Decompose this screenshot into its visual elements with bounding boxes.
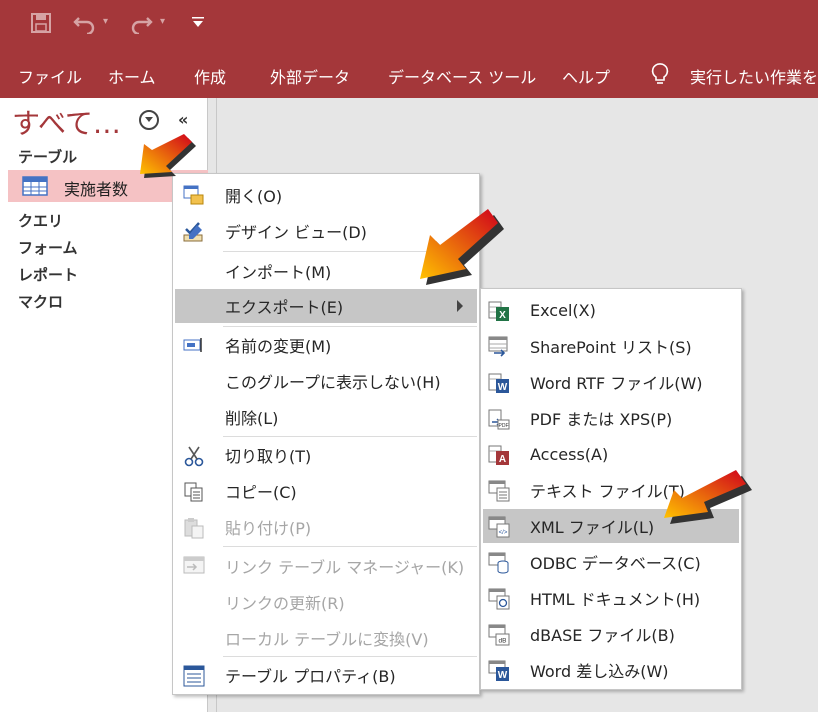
export-item-word-rtf[interactable]: W Word RTF ファイル(W) [483,365,739,399]
tab-database-tools[interactable]: データベース ツール [388,64,536,88]
text-file-icon [488,480,510,502]
design-view-icon [183,221,203,242]
tell-me-search[interactable]: 実行したい作業を [690,64,818,88]
menu-separator [223,436,477,437]
export-item-pdf-xps[interactable]: PDF PDF または XPS(P) [483,401,739,435]
lightbulb-icon[interactable] [650,62,670,90]
undo-icon[interactable] [72,12,98,34]
menu-item-cut[interactable]: 切り取り(T) [175,438,477,472]
redo-icon[interactable] [128,12,154,34]
scissors-icon [183,445,204,467]
export-item-excel[interactable]: X Excel(X) [483,293,739,327]
nav-item-label: 実施者数 [64,180,129,199]
link-manager-icon [183,556,205,576]
menu-item-export[interactable]: エクスポート(E) [175,289,477,323]
callout-arrow-icon [664,470,752,524]
nav-menu-dropdown-icon[interactable] [139,110,159,130]
menu-separator [223,326,477,327]
nav-group-reports[interactable]: レポート [18,264,78,285]
svg-text:PDF: PDF [499,423,509,429]
table-properties-icon [183,665,205,687]
word-rtf-icon: W [488,372,509,393]
export-item-word-merge[interactable]: W Word 差し込み(W) [483,653,739,687]
svg-text:X: X [499,310,506,321]
table-icon [22,176,48,200]
save-icon[interactable] [30,12,52,34]
pdf-xps-icon: PDF [488,408,510,430]
svg-text:dB: dB [499,638,507,645]
title-bar: ▾ ▾ [0,0,818,52]
menu-item-table-properties[interactable]: テーブル プロパティ(B) [175,658,477,692]
nav-group-tables[interactable]: テーブル [18,146,77,167]
tab-help[interactable]: ヘルプ [562,64,610,88]
tab-file[interactable]: ファイル [18,64,82,88]
open-icon [183,185,204,205]
nav-group-macros[interactable]: マクロ [18,291,63,312]
collapse-pane-icon[interactable]: « [178,110,188,129]
undo-dropdown-icon[interactable]: ▾ [103,16,108,27]
callout-arrow-icon [140,134,196,178]
menu-separator [223,546,477,547]
export-item-sharepoint[interactable]: SharePoint リスト(S) [483,329,739,363]
nav-pane-title[interactable]: すべて… [12,102,121,142]
tab-home[interactable]: ホーム [108,64,156,88]
dbase-file-icon: dB [488,624,510,646]
export-item-dbase[interactable]: dB dBASE ファイル(B) [483,617,739,651]
access-icon: A [488,444,509,465]
menu-item-hide[interactable]: このグループに表示しない(H) [175,364,477,398]
odbc-database-icon [488,552,509,574]
copy-icon [183,481,203,502]
ribbon-tabs: ファイル ホーム 作成 外部データ データベース ツール ヘルプ 実行したい作業… [0,52,818,98]
menu-item-link-manager: リンク テーブル マネージャー(K) [175,549,477,583]
redo-dropdown-icon[interactable]: ▾ [160,16,165,27]
html-document-icon [488,588,510,610]
submenu-arrow-icon [457,300,463,312]
excel-icon: X [488,300,509,321]
menu-item-copy[interactable]: コピー(C) [175,474,477,508]
paste-icon [183,517,204,539]
svg-text:W: W [498,670,508,681]
xml-file-icon: </> [488,516,510,538]
svg-text:</>: </> [499,530,508,536]
export-item-html[interactable]: HTML ドキュメント(H) [483,581,739,615]
customize-qat-icon[interactable] [190,14,206,30]
callout-arrow-icon [420,209,504,285]
svg-text:W: W [498,382,508,393]
sharepoint-list-icon [488,336,508,357]
export-item-access[interactable]: A Access(A) [483,437,739,471]
svg-text:A: A [499,454,506,465]
nav-group-forms[interactable]: フォーム [18,237,78,258]
menu-item-delete[interactable]: 削除(L) [175,400,477,434]
menu-item-refresh-link: リンクの更新(R) [225,594,345,613]
tab-create[interactable]: 作成 [194,64,226,88]
menu-item-convert-local: ローカル テーブルに変換(V) [225,630,429,649]
rename-icon [183,335,203,355]
word-merge-icon: W [488,660,509,681]
menu-item-rename[interactable]: 名前の変更(M) [175,328,477,362]
export-item-odbc[interactable]: ODBC データベース(C) [483,545,739,579]
menu-item-paste: 貼り付け(P) [175,510,477,544]
tab-external-data[interactable]: 外部データ [270,64,350,88]
menu-separator [223,656,477,657]
nav-group-queries[interactable]: クエリ [18,210,63,231]
